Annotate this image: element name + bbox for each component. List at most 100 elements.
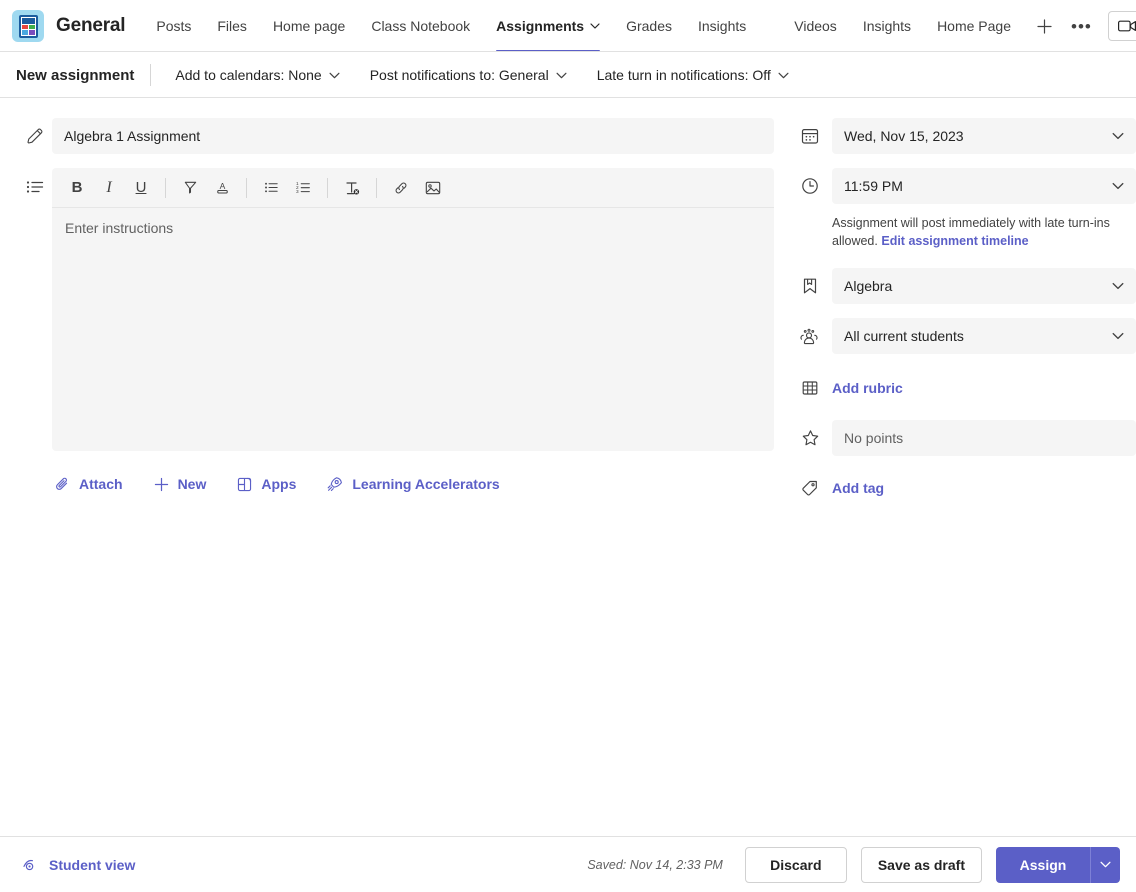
bulleted-list-icon[interactable]: [256, 174, 286, 202]
tab-label: Home Page: [937, 18, 1011, 34]
tab-home-page[interactable]: Home page: [260, 0, 358, 52]
due-time-value: 11:59 PM: [844, 178, 903, 194]
assign-button[interactable]: Assign: [996, 847, 1090, 883]
more-options-icon[interactable]: •••: [1065, 18, 1098, 35]
assign-options-chevron-down-icon[interactable]: [1090, 847, 1120, 883]
chevron-down-icon: [590, 21, 600, 31]
divider: [327, 178, 328, 198]
tag-icon: [788, 478, 832, 498]
divider: [165, 178, 166, 198]
add-rubric-link[interactable]: Add rubric: [832, 380, 1136, 396]
assign-to-value: All current students: [844, 328, 964, 344]
due-time-field[interactable]: 11:59 PM: [832, 168, 1136, 204]
apps-label: Apps: [261, 476, 296, 492]
category-field[interactable]: Algebra: [832, 268, 1136, 304]
assignment-title-row: [18, 118, 774, 154]
tab-insights-secondary[interactable]: Insights: [850, 0, 924, 52]
svg-text:3: 3: [295, 189, 298, 195]
category-value: Algebra: [844, 278, 892, 294]
due-date-value: Wed, Nov 15, 2023: [844, 128, 964, 144]
svg-text:A: A: [219, 181, 225, 191]
instructions-textarea[interactable]: Enter instructions: [52, 208, 774, 451]
save-as-draft-button[interactable]: Save as draft: [861, 847, 982, 883]
assign-to-row: All current students: [788, 318, 1136, 354]
points-row: No points: [788, 420, 1136, 456]
tab-label: Videos: [794, 18, 837, 34]
numbered-list-icon[interactable]: 1 2 3: [288, 174, 318, 202]
chevron-down-icon: [329, 70, 340, 81]
post-notifications-dropdown[interactable]: Post notifications to: General: [362, 62, 575, 88]
learning-accelerators-label: Learning Accelerators: [352, 476, 499, 492]
team-name: General: [56, 15, 125, 37]
tab-insights[interactable]: Insights: [685, 0, 759, 52]
discard-button[interactable]: Discard: [745, 847, 847, 883]
people-icon: [788, 326, 832, 346]
italic-icon[interactable]: I: [94, 174, 124, 202]
tab-grades[interactable]: Grades: [613, 0, 685, 52]
underline-icon[interactable]: U: [126, 174, 156, 202]
top-navigation-bar: General Posts Files Home page Class Note…: [0, 0, 1136, 52]
apps-button[interactable]: Apps: [234, 472, 298, 497]
assignment-form: B I U A: [0, 98, 1136, 838]
link-icon[interactable]: [386, 174, 416, 202]
tab-assignments[interactable]: Assignments: [483, 0, 613, 52]
tab-label: Home page: [273, 18, 345, 34]
font-color-icon[interactable]: A: [207, 174, 237, 202]
tab-label: Insights: [863, 18, 911, 34]
add-to-calendars-label: Add to calendars: None: [175, 67, 321, 83]
eye-icon: [22, 857, 40, 873]
tab-files[interactable]: Files: [204, 0, 260, 52]
star-icon: [788, 428, 832, 448]
add-tag-link[interactable]: Add tag: [832, 480, 1136, 496]
attach-label: Attach: [79, 476, 123, 492]
tab-videos[interactable]: Videos: [781, 0, 850, 52]
page-title: New assignment: [16, 67, 134, 84]
saved-timestamp: Saved: Nov 14, 2:33 PM: [587, 858, 723, 872]
edit-assignment-timeline-link[interactable]: Edit assignment timeline: [881, 234, 1028, 248]
assignment-command-bar: New assignment Add to calendars: None Po…: [0, 52, 1136, 98]
calendar-icon: [788, 126, 832, 146]
tab-label: Posts: [156, 18, 191, 34]
instructions-editor: B I U A: [52, 168, 774, 451]
divider: [376, 178, 377, 198]
late-turn-in-label: Late turn in notifications: Off: [597, 67, 771, 83]
due-date-field[interactable]: Wed, Nov 15, 2023: [832, 118, 1136, 154]
add-to-calendars-dropdown[interactable]: Add to calendars: None: [167, 62, 347, 88]
learning-accelerators-button[interactable]: Learning Accelerators: [324, 471, 501, 497]
chevron-down-icon: [1112, 280, 1124, 292]
footer-action-bar: Student view Saved: Nov 14, 2:33 PM Disc…: [0, 836, 1136, 892]
tab-home-page-secondary[interactable]: Home Page: [924, 0, 1024, 52]
points-field[interactable]: No points: [832, 420, 1136, 456]
tab-class-notebook[interactable]: Class Notebook: [358, 0, 483, 52]
chevron-down-icon: [556, 70, 567, 81]
clear-formatting-icon[interactable]: [337, 174, 367, 202]
due-date-row: Wed, Nov 15, 2023: [788, 118, 1136, 154]
assignment-title-input[interactable]: [52, 118, 774, 154]
add-tab-button[interactable]: [1024, 0, 1065, 52]
video-camera-icon[interactable]: [1109, 12, 1136, 40]
tab-posts[interactable]: Posts: [143, 0, 204, 52]
rocket-icon: [326, 475, 344, 493]
category-row: Algebra: [788, 268, 1136, 304]
bold-icon[interactable]: B: [62, 174, 92, 202]
assign-split-button: Assign: [996, 847, 1120, 883]
plus-icon: [153, 476, 170, 493]
footer-buttons: Saved: Nov 14, 2:33 PM Discard Save as d…: [587, 847, 1120, 883]
paperclip-icon: [54, 476, 71, 493]
grid-table-icon: [788, 378, 832, 398]
attach-button[interactable]: Attach: [52, 472, 125, 497]
chevron-down-icon: [1112, 130, 1124, 142]
chevron-down-icon: [1112, 330, 1124, 342]
highlight-icon[interactable]: [175, 174, 205, 202]
late-turn-in-notifications-dropdown[interactable]: Late turn in notifications: Off: [589, 62, 797, 88]
chevron-down-icon: [1112, 180, 1124, 192]
assign-to-field[interactable]: All current students: [832, 318, 1136, 354]
divider: [150, 64, 151, 86]
due-time-row: 11:59 PM: [788, 168, 1136, 204]
assignment-instructions-row: B I U A: [18, 168, 774, 451]
new-button[interactable]: New: [151, 472, 209, 497]
bookmark-icon: [788, 276, 832, 296]
pencil-icon: [18, 118, 52, 146]
image-icon[interactable]: [418, 174, 448, 202]
student-view-button[interactable]: Student view: [16, 853, 141, 877]
